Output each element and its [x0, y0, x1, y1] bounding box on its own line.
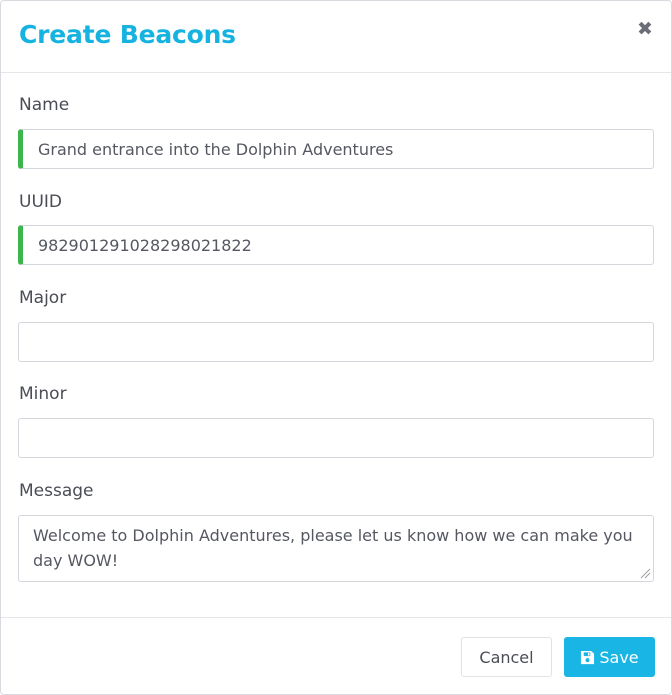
close-button[interactable]: ✖	[635, 19, 655, 39]
name-label: Name	[19, 95, 70, 115]
uuid-label: UUID	[19, 192, 62, 212]
save-button[interactable]: Save	[564, 637, 655, 677]
cancel-button[interactable]: Cancel	[461, 637, 552, 677]
resize-handle-icon[interactable]	[639, 567, 651, 579]
cancel-button-label: Cancel	[479, 647, 534, 667]
dialog-footer: Cancel Save	[1, 617, 671, 694]
minor-input[interactable]	[18, 418, 654, 458]
major-input[interactable]	[18, 322, 654, 362]
message-textarea[interactable]: Welcome to Dolphin Adventures, please le…	[18, 515, 654, 582]
floppy-disk-icon	[581, 650, 595, 664]
create-beacons-dialog: Create Beacons ✖ Name UUID Major Minor M…	[0, 0, 672, 695]
name-input[interactable]	[18, 129, 654, 169]
message-label: Message	[19, 481, 94, 501]
minor-label: Minor	[19, 384, 67, 404]
uuid-input[interactable]	[18, 225, 654, 265]
major-label: Major	[19, 288, 67, 308]
dialog-header: Create Beacons ✖	[1, 1, 671, 73]
save-button-label: Save	[599, 647, 639, 667]
close-icon: ✖	[637, 18, 653, 40]
dialog-title: Create Beacons	[19, 20, 236, 49]
